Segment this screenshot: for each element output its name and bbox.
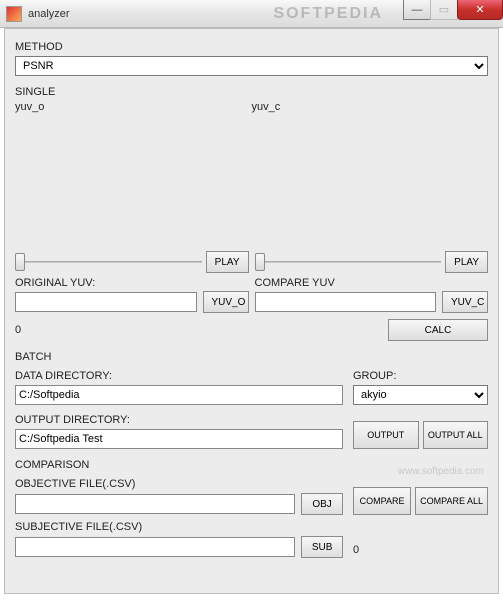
subjective-file-label: SUBJECTIVE FILE(.CSV)	[15, 521, 343, 533]
play-compare-button[interactable]: PLAY	[445, 251, 488, 273]
brand-ghost-text: SOFTPEDIA	[273, 5, 383, 23]
yuv-c-preview: yuv_c	[252, 101, 489, 251]
original-slider[interactable]	[15, 254, 202, 270]
single-result-value: 0	[15, 324, 249, 336]
client-area: METHOD PSNR SINGLE yuv_o yuv_c PLAY PLAY…	[4, 28, 499, 594]
output-directory-label: OUTPUT DIRECTORY:	[15, 414, 343, 426]
objective-file-label: OBJECTIVE FILE(.CSV)	[15, 478, 343, 490]
single-label: SINGLE	[15, 86, 488, 98]
objective-file-input[interactable]	[15, 494, 295, 514]
data-directory-label: DATA DIRECTORY:	[15, 370, 343, 382]
data-directory-input[interactable]	[15, 385, 343, 405]
yuv-o-caption: yuv_o	[15, 101, 252, 113]
compare-yuv-input[interactable]	[255, 292, 437, 312]
yuv-c-caption: yuv_c	[252, 101, 489, 113]
yuv-o-browse-button[interactable]: YUV_O	[203, 291, 249, 313]
window-title: analyzer	[28, 8, 70, 20]
method-label: METHOD	[15, 41, 488, 53]
calc-button[interactable]: CALC	[388, 319, 488, 341]
minimize-button[interactable]: —	[403, 0, 431, 20]
original-yuv-label: ORIGINAL YUV:	[15, 277, 249, 289]
compare-all-button[interactable]: COMPARE ALL	[415, 487, 488, 515]
app-icon	[6, 6, 22, 22]
preview-area: yuv_o yuv_c	[15, 101, 488, 251]
output-button[interactable]: OUTPUT	[353, 421, 419, 449]
group-select[interactable]: akyio	[353, 385, 488, 405]
compare-button[interactable]: COMPARE	[353, 487, 411, 515]
close-button[interactable]: ✕	[457, 0, 503, 20]
output-directory-input[interactable]	[15, 429, 343, 449]
comparison-result-value: 0	[353, 544, 359, 556]
compare-slider[interactable]	[255, 254, 442, 270]
batch-label: BATCH	[15, 351, 488, 363]
method-select[interactable]: PSNR	[15, 56, 488, 76]
group-label: GROUP:	[353, 370, 488, 382]
playback-row: PLAY PLAY	[15, 251, 488, 273]
subjective-file-input[interactable]	[15, 537, 295, 557]
maximize-button[interactable]: ▭	[430, 0, 458, 20]
output-all-button[interactable]: OUTPUT ALL	[423, 421, 489, 449]
watermark-text: www.softpedia.com	[398, 466, 484, 477]
obj-browse-button[interactable]: OBJ	[301, 493, 343, 515]
title-bar: analyzer SOFTPEDIA — ▭ ✕	[0, 0, 503, 28]
yuv-c-browse-button[interactable]: YUV_C	[442, 291, 488, 313]
play-original-button[interactable]: PLAY	[206, 251, 249, 273]
yuv-o-preview: yuv_o	[15, 101, 252, 251]
window-controls: — ▭ ✕	[404, 0, 503, 20]
compare-yuv-label: COMPARE YUV	[255, 277, 489, 289]
sub-browse-button[interactable]: SUB	[301, 536, 343, 558]
original-yuv-input[interactable]	[15, 292, 197, 312]
